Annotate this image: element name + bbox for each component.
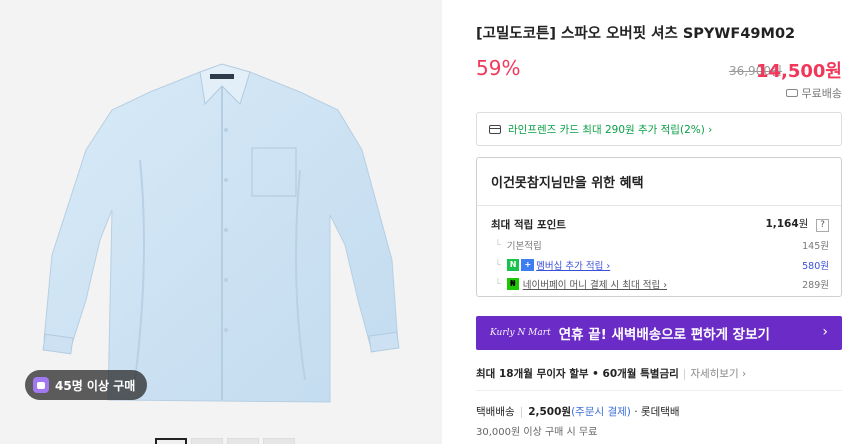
naverpay-points-link[interactable]: 네이버페이 머니 결제 시 최대 적립 › — [523, 277, 667, 291]
shipping-pay-note: (주문시 결제) — [571, 406, 631, 418]
naverpay-points-value: 289원 — [802, 280, 829, 291]
benefit-box: 이건못참지님만을 위한 혜택 최대 적립 포인트 1,164원 ? └ 기본적립 … — [476, 157, 842, 297]
max-points-value: 1,164 — [765, 218, 799, 230]
help-icon[interactable]: ? — [816, 219, 829, 232]
shipping-label: 택배배송 — [476, 406, 515, 418]
sale-price: 14,500원 — [755, 61, 842, 82]
naverpay-icon: ₦ — [506, 278, 519, 290]
thumbnail[interactable] — [263, 438, 295, 444]
shipping-carrier: · 롯데택배 — [634, 406, 680, 418]
divider — [476, 390, 842, 391]
max-points-unit: 원 — [798, 218, 809, 230]
thumbnail[interactable] — [191, 438, 223, 444]
benefit-heading: 이건못참지님만을 위한 혜택 — [477, 158, 841, 206]
installment-info: 최대 18개월 무이자 할부 • 60개월 특별금리 | 자세히보기 › — [476, 368, 747, 380]
naver-n-icon: N — [506, 259, 520, 271]
basic-points-value: 145원 — [802, 241, 829, 252]
purchase-count-badge: 45명 이상 구매 — [25, 370, 148, 400]
card-promo-button[interactable]: 라인프렌즈 카드 최대 290원 추가 적립(2%) › — [476, 112, 842, 146]
max-points-value-wrap: 1,164원 ? — [765, 216, 829, 232]
kurly-logo: Kurly N Mart — [490, 328, 551, 338]
thumbnail[interactable] — [155, 438, 187, 444]
kurly-banner-text: 연휴 끝! 새벽배송으로 편하게 장보기 — [558, 327, 770, 343]
free-shipping-text: 무료배송 — [801, 87, 842, 100]
max-points-label: 최대 적립 포인트 — [491, 218, 566, 231]
discount-rate: 59% — [476, 56, 521, 80]
installment-text: 최대 18개월 무이자 할부 • 60개월 특별금리 — [476, 368, 679, 380]
card-promo-text: 라인프렌즈 카드 최대 290원 추가 적립(2%) › — [508, 123, 713, 136]
product-image-panel[interactable]: 45명 이상 구매 — [0, 0, 442, 444]
free-shipping-label: 무료배송 — [785, 85, 842, 101]
benefit-row-membership: └ N + 멤버십 추가 적립 › 580원 — [495, 258, 829, 272]
credit-card-icon — [489, 124, 501, 134]
benefit-row-naverpay: └ ₦ 네이버페이 머니 결제 시 최대 적립 › 289원 — [495, 277, 829, 291]
chevron-right-icon: › — [822, 324, 828, 340]
shipping-info: 택배배송 | 2,500원(주문시 결제) · 롯데택배 — [476, 406, 680, 418]
product-title: [고밀도코튼] 스파오 오버핏 셔츠 SPYWF49M02 — [476, 26, 796, 42]
plus-icon: + — [521, 259, 535, 271]
membership-points-link[interactable]: 멤버십 추가 적립 › — [536, 258, 610, 272]
benefit-row-basic: └ 기본적립 145원 — [495, 239, 829, 253]
truck-icon — [785, 89, 798, 97]
basic-points-label: 기본적립 — [506, 241, 542, 252]
shopping-bag-icon — [33, 377, 49, 393]
kurly-mart-banner[interactable]: Kurly N Mart 연휴 끝! 새벽배송으로 편하게 장보기 › — [476, 316, 842, 350]
membership-points-value: 580원 — [802, 261, 829, 272]
installment-more-link[interactable]: 자세히보기 › — [690, 368, 746, 380]
purchase-count-text: 45명 이상 구매 — [55, 378, 136, 393]
shipping-fee: 2,500원 — [528, 406, 572, 418]
thumbnail-strip — [155, 438, 295, 444]
free-shipping-condition: 30,000원 이상 구매 시 무료 — [476, 427, 598, 438]
max-points-row: 최대 적립 포인트 1,164원 ? — [491, 216, 829, 232]
thumbnail[interactable] — [227, 438, 259, 444]
